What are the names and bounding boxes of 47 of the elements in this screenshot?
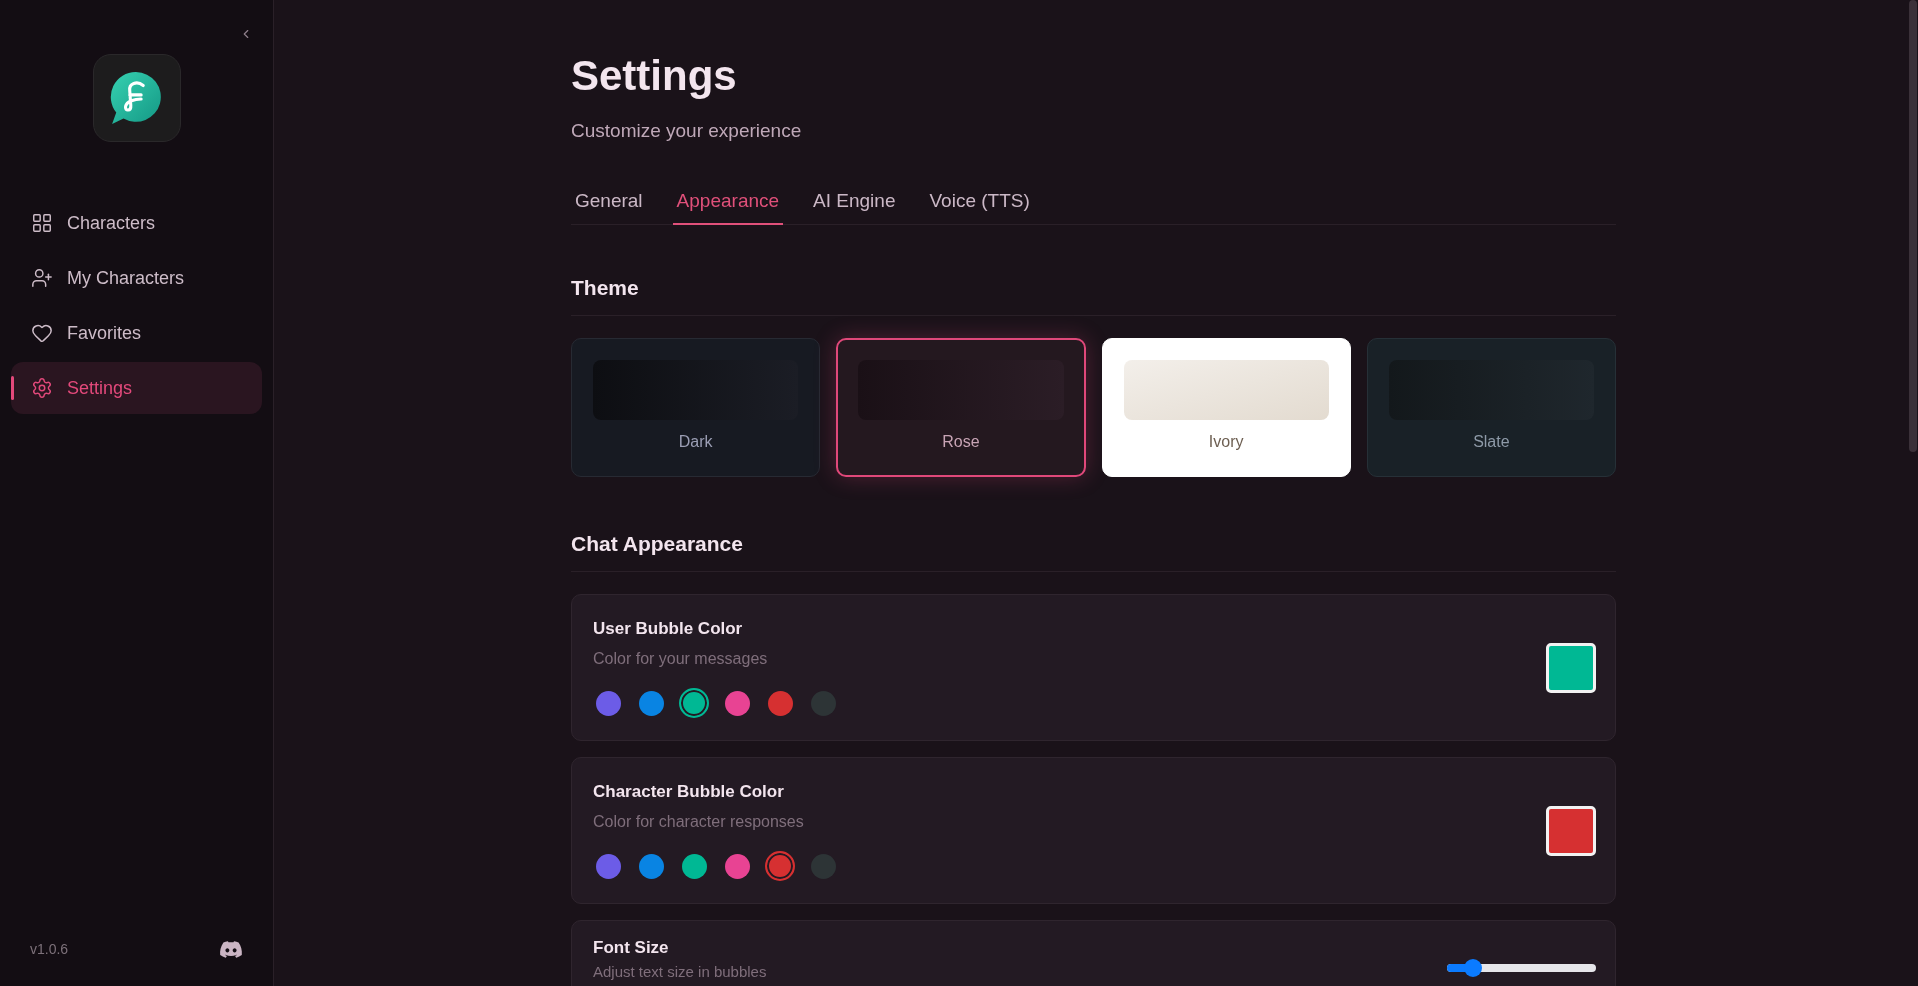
setting-description: Adjust text size in bubbles [593,963,767,981]
color-swatch-icon[interactable] [595,853,621,879]
color-swatch-icon[interactable] [724,690,750,716]
theme-card[interactable]: Rose [836,338,1086,477]
slider-thumb[interactable] [1464,959,1482,977]
tab[interactable]: Voice (TTS) [925,181,1034,225]
nav-item[interactable]: Characters [11,197,262,249]
section-heading: Theme [571,275,640,301]
nav-item[interactable]: Settings [11,362,262,414]
app-logo-icon [92,54,181,142]
nav-item[interactable]: Favorites [11,307,262,359]
color-swatch-icon[interactable] [679,688,709,718]
color-swatch-icon[interactable] [638,690,664,716]
color-picker-button[interactable] [1546,805,1596,856]
tab[interactable]: Appearance [672,181,784,225]
theme-card[interactable]: Ivory [1101,338,1351,477]
grid-icon [31,212,53,234]
setting-description: Color for character responses [593,812,805,832]
setting-title: User Bubble Color [593,618,744,640]
tab[interactable]: AI Engine [809,181,900,225]
setting-title: Character Bubble Color [593,781,785,803]
scrollbar-thumb[interactable] [1909,0,1917,452]
page-title: Settings [571,51,738,101]
color-picker-button[interactable] [1546,642,1596,693]
theme-card[interactable]: Slate [1366,338,1616,477]
theme-card[interactable]: Dark [571,338,821,477]
color-swatch-icon[interactable] [810,690,836,716]
color-swatch-icon[interactable] [595,690,621,716]
tab[interactable]: General [571,181,647,225]
user-plus-icon [31,267,53,289]
controller-icon[interactable] [219,939,243,959]
heart-icon [31,322,53,344]
color-swatch-icon[interactable] [765,851,795,881]
section-heading: Chat Appearance [571,531,744,557]
nav-item[interactable]: My Characters [11,252,262,304]
page-subtitle: Customize your experience [571,119,803,143]
settings-icon [31,377,53,399]
font-size-slider[interactable] [1447,959,1596,977]
active-indicator [11,376,14,400]
color-swatch-icon[interactable] [810,853,836,879]
color-swatch-icon[interactable] [638,853,664,879]
setting-title: Font Size [593,937,670,959]
version-label: v1.0.6 [30,940,69,959]
color-swatch-icon[interactable] [767,690,793,716]
setting-description: Color for your messages [593,649,769,669]
color-swatch-icon[interactable] [724,853,750,879]
color-swatch-icon[interactable] [681,853,707,879]
